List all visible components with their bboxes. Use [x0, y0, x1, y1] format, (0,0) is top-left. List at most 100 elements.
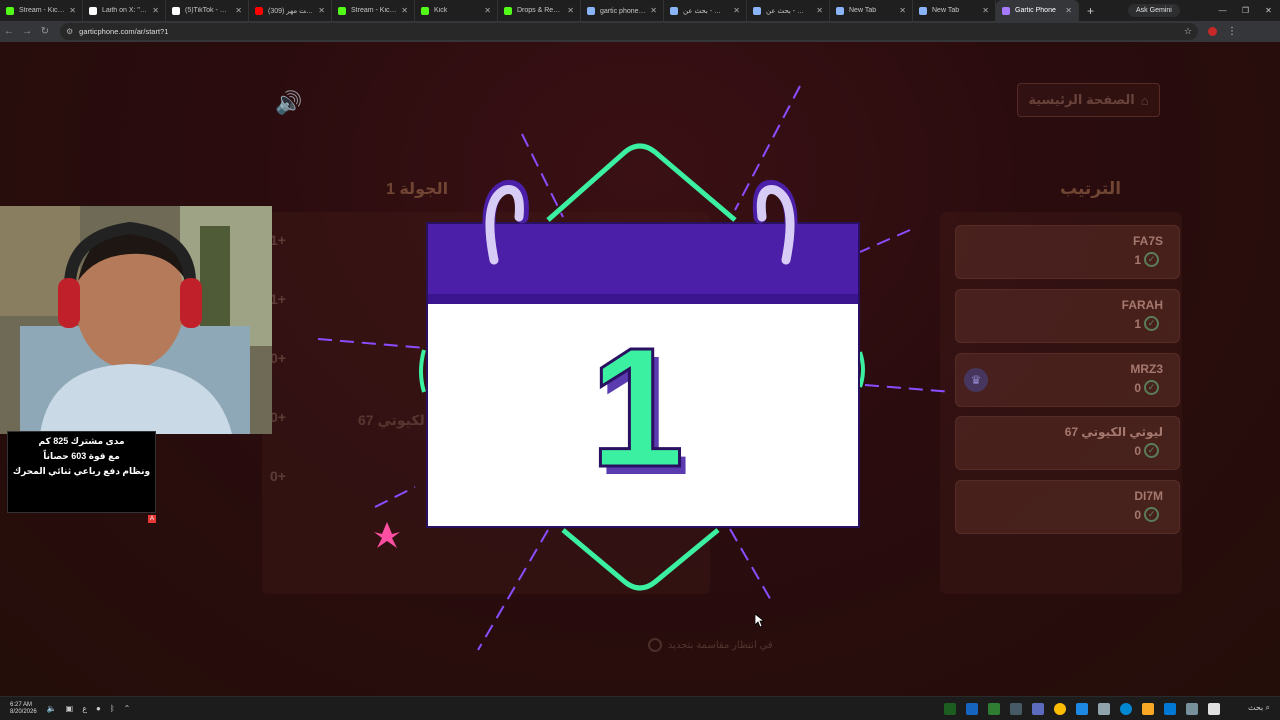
back-icon[interactable]: ← [0, 26, 18, 37]
webcam-feed [0, 206, 272, 434]
site-info-icon[interactable]: ⚙ [66, 27, 73, 36]
browser-tab[interactable]: New Tab ✕ [830, 0, 913, 21]
tab-title: gartic phone - ب [600, 7, 646, 15]
search-icon: ⌕ [1265, 703, 1270, 712]
tab-title: Kick [434, 7, 448, 14]
speaker-tray-icon[interactable]: 🔈 [47, 704, 57, 713]
reload-icon[interactable]: ↻ [36, 26, 54, 37]
tab-favicon-icon [421, 6, 429, 15]
tab-favicon-icon [587, 6, 595, 15]
browser-tab[interactable]: Kick ✕ [415, 0, 498, 21]
tab-favicon-icon [89, 6, 97, 15]
tab-close-icon[interactable]: ✕ [484, 6, 491, 15]
tab-title: Stream - Kick Da [351, 7, 397, 14]
restore-icon[interactable]: ❐ [1234, 6, 1257, 15]
tab-favicon-icon [6, 6, 14, 15]
search-label: بحث [1248, 703, 1264, 712]
bookmark-star-icon[interactable]: ☆ [1184, 26, 1192, 37]
tab-title: الشمس - بحث عن [683, 7, 729, 15]
calendar-icon: 1 1 [426, 179, 860, 528]
browser-toolbar: ← → ↻ ⚙ garticphone.com/ar/start?1 ☆ ⋮ [0, 21, 1280, 42]
app-icon[interactable] [966, 702, 978, 715]
browser-tab[interactable]: Drops & Rewards ✕ [498, 0, 581, 21]
browser-tab[interactable]: Stream - Kick Da ✕ [0, 0, 83, 21]
language-icon[interactable]: ع [82, 704, 87, 713]
tab-title: (309) داهمت مهر [268, 7, 314, 15]
new-tab-button[interactable]: + [1087, 4, 1094, 18]
discord-icon[interactable] [1032, 702, 1044, 715]
tab-close-icon[interactable]: ✕ [899, 6, 906, 15]
tab-close-icon[interactable]: ✕ [733, 6, 740, 15]
steam-icon[interactable] [1010, 702, 1022, 715]
browser-tab[interactable]: gartic phone - ب ✕ [581, 0, 664, 21]
taskbar-search[interactable]: بحث ⌕ [1248, 703, 1270, 713]
app-icon[interactable] [944, 702, 956, 715]
chrome-icon[interactable] [1054, 702, 1066, 715]
browser-tab[interactable]: New Tab ✕ [913, 0, 996, 21]
app-icon[interactable] [988, 702, 1000, 715]
tab-close-icon[interactable]: ✕ [1065, 6, 1072, 15]
tab-favicon-icon [836, 6, 844, 15]
tab-title: (5)TikTok - Make [185, 7, 231, 14]
taskbar: 6:27 AM 8/20/2026 🔈 ▣ ع ● ᛒ ⌃ بحث ⌕ [0, 696, 1280, 720]
mic-icon[interactable]: ● [96, 704, 101, 713]
tab-close-icon[interactable]: ✕ [650, 6, 657, 15]
tab-close-icon[interactable]: ✕ [816, 6, 823, 15]
tab-title: Gartic Phone [1015, 7, 1056, 14]
app-icon[interactable] [1186, 702, 1198, 715]
app-icon[interactable] [1076, 702, 1088, 715]
calendar-header-edge [428, 294, 858, 304]
forward-icon[interactable]: → [18, 26, 36, 37]
taskbar-apps [944, 702, 1220, 715]
tray-chevron-icon[interactable]: ⌃ [124, 704, 131, 713]
tab-favicon-icon [504, 6, 512, 15]
address-bar[interactable]: ⚙ garticphone.com/ar/start?1 ☆ [60, 23, 1198, 40]
overlay-line: مدى مشترك 825 كم [38, 436, 125, 446]
browser-tab[interactable]: Laith on X: "@MF ✕ [83, 0, 166, 21]
extension-icon[interactable] [1208, 27, 1217, 36]
tab-close-icon[interactable]: ✕ [152, 6, 159, 15]
tab-close-icon[interactable]: ✕ [567, 6, 574, 15]
burst-diamond-bottom [561, 528, 720, 591]
edge-icon[interactable] [1120, 702, 1132, 715]
taskbar-clock[interactable]: 6:27 AM 8/20/2026 [10, 702, 37, 716]
tab-close-icon[interactable]: ✕ [982, 6, 989, 15]
network-icon[interactable]: ▣ [66, 704, 74, 713]
browser-tab[interactable]: (309) داهمت مهر ✕ [249, 0, 332, 21]
clock-time: 6:27 AM [10, 701, 33, 708]
menu-kebab-icon[interactable]: ⋮ [1227, 26, 1237, 37]
burst-arc-left [419, 349, 426, 393]
tab-close-icon[interactable]: ✕ [235, 6, 242, 15]
tab-close-icon[interactable]: ✕ [401, 6, 408, 15]
browser-tab[interactable]: الشمس - بحث عن ✕ [664, 0, 747, 21]
tab-close-icon[interactable]: ✕ [69, 6, 76, 15]
tab-favicon-icon [919, 6, 927, 15]
browser-tab[interactable]: Stream - Kick Da ✕ [332, 0, 415, 21]
browser-tab[interactable]: سمعش - بحث عن ✕ [747, 0, 830, 21]
minimize-icon[interactable]: — [1211, 6, 1234, 15]
store-icon[interactable] [1164, 702, 1176, 715]
ask-gemini-button[interactable]: Ask Gemini [1128, 4, 1180, 17]
url-text: garticphone.com/ar/start?1 [79, 27, 169, 36]
stream-text-overlay: مدى مشترك 825 كم مع قوة 603 حصاناً ونظام… [7, 431, 156, 513]
browser-tab[interactable]: Gartic Phone ✕ [996, 0, 1079, 21]
browser-tab[interactable]: (5)TikTok - Make ✕ [166, 0, 249, 21]
burst-diamond-top [546, 143, 737, 222]
window-controls: — ❐ ✕ [1211, 0, 1280, 21]
tab-title: New Tab [932, 7, 960, 14]
app-icon[interactable] [1098, 702, 1110, 715]
tab-favicon-icon [172, 6, 180, 15]
tab-title: Stream - Kick Da [19, 7, 65, 14]
star-sparkle-icon [374, 522, 400, 548]
tab-favicon-icon [255, 6, 263, 15]
task-view-icon[interactable] [1208, 702, 1220, 715]
tab-favicon-icon [670, 6, 678, 15]
close-window-icon[interactable]: ✕ [1257, 6, 1280, 15]
bluetooth-icon[interactable]: ᛒ [110, 704, 115, 713]
system-tray: 🔈 ▣ ع ● ᛒ ⌃ [47, 704, 131, 713]
tab-title: Laith on X: "@MF [102, 7, 148, 14]
tab-favicon-icon [1002, 6, 1010, 15]
tab-close-icon[interactable]: ✕ [318, 6, 325, 15]
tab-title: New Tab [849, 7, 877, 14]
file-explorer-icon[interactable] [1142, 702, 1154, 715]
